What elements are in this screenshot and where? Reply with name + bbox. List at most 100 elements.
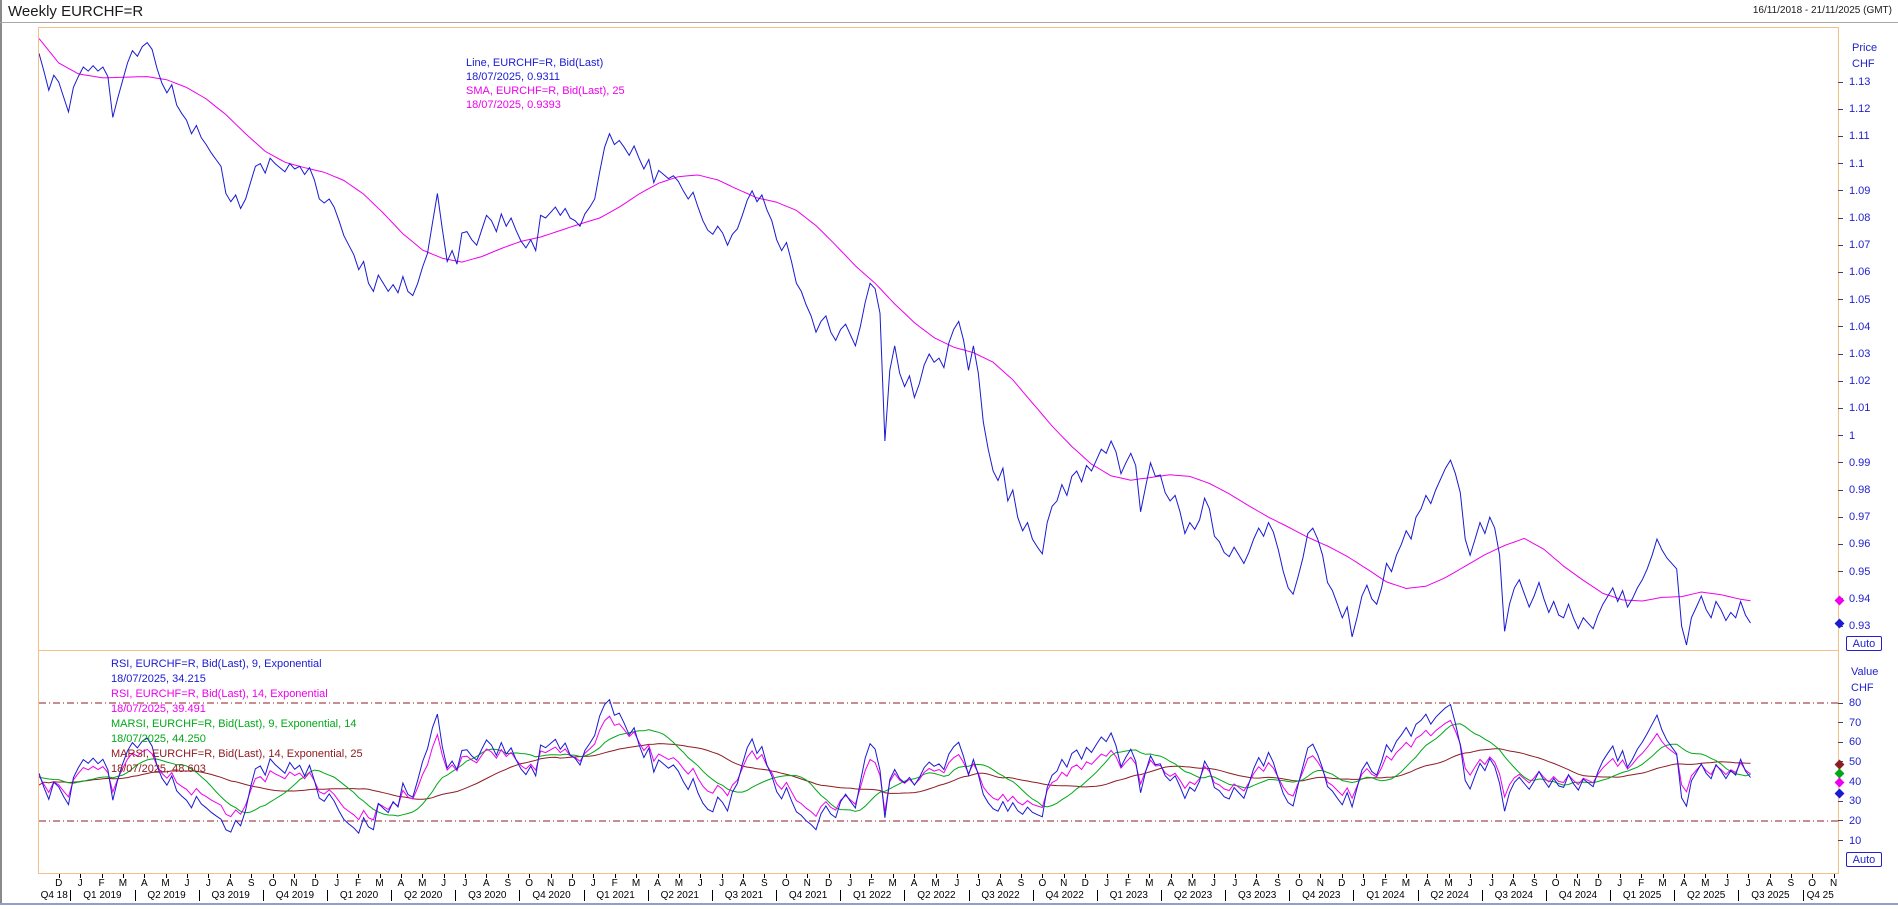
quarter-separator: [1418, 890, 1419, 901]
quarter-label: Q2 2023: [1174, 890, 1212, 901]
rsi-axis-currency: CHF: [1851, 682, 1874, 694]
quarter-separator: [519, 890, 520, 901]
month-label: S: [1018, 878, 1025, 889]
month-label: J: [185, 878, 190, 889]
axis-tick-label: 80: [1849, 697, 1861, 709]
month-label: A: [1681, 878, 1688, 889]
month-label: J: [1746, 878, 1751, 889]
date-range-label: 16/11/2018 - 21/11/2025 (GMT): [1753, 5, 1892, 16]
quarter-separator: [263, 890, 264, 901]
axis-tick-dash: [1838, 490, 1843, 491]
sma-25-line: [39, 39, 1751, 602]
axis-tick-dash: [1838, 299, 1843, 300]
legend-line: 18/07/2025, 48.603: [111, 763, 206, 775]
month-label: N: [1830, 878, 1837, 889]
axis-tick-dash: [1838, 272, 1843, 273]
month-label: J: [591, 878, 596, 889]
month-label: M: [675, 878, 683, 889]
quarter-label: Q1 2024: [1366, 890, 1404, 901]
quarter-label: Q3 2025: [1751, 890, 1789, 901]
quarter-separator: [70, 890, 71, 901]
price-axis-auto-button[interactable]: Auto: [1846, 636, 1882, 651]
quarter-label: Q4 2023: [1302, 890, 1340, 901]
month-label: M: [1188, 878, 1196, 889]
rsi-axis-title: Value: [1851, 666, 1878, 678]
quarter-label: Q1 2022: [853, 890, 891, 901]
quarter-label: Q4 25: [1807, 890, 1834, 901]
month-label: M: [1445, 878, 1453, 889]
axis-tick-label: 1.05: [1849, 294, 1870, 306]
quarter-separator: [969, 890, 970, 901]
quarter-label: Q2 2019: [147, 890, 185, 901]
axis-tick-dash: [1838, 408, 1843, 409]
month-label: J: [1232, 878, 1237, 889]
price-panel: Line, EURCHF=R, Bid(Last)18/07/2025, 0.9…: [38, 27, 1839, 651]
quarter-separator: [840, 890, 841, 901]
axis-tick-dash: [1838, 462, 1843, 463]
month-label: A: [1510, 878, 1517, 889]
quarter-label: Q1 2023: [1110, 890, 1148, 901]
month-label: S: [1531, 878, 1538, 889]
axis-tick-dash: [1838, 722, 1843, 723]
month-label: A: [398, 878, 405, 889]
month-label: D: [1595, 878, 1602, 889]
legend-line: RSI, EURCHF=R, Bid(Last), 14, Exponentia…: [111, 688, 328, 700]
axis-tick-dash: [1838, 703, 1843, 704]
axis-tick-label: 30: [1849, 795, 1861, 807]
month-label: J: [1724, 878, 1729, 889]
month-label: S: [1274, 878, 1281, 889]
quarter-separator: [1738, 890, 1739, 901]
rsi-axis-auto-button[interactable]: Auto: [1846, 852, 1882, 867]
month-label: J: [78, 878, 83, 889]
month-label: D: [568, 878, 575, 889]
month-label: J: [1617, 878, 1622, 889]
month-label: A: [1766, 878, 1773, 889]
month-label: A: [1424, 878, 1431, 889]
axis-tick-label: 1.02: [1849, 375, 1870, 387]
quarter-separator: [1161, 890, 1162, 901]
month-label: J: [719, 878, 724, 889]
month-label: M: [1658, 878, 1666, 889]
quarter-separator: [199, 890, 200, 901]
axis-tick-label: 1.03: [1849, 348, 1870, 360]
month-label: M: [1701, 878, 1709, 889]
quarter-separator: [1097, 890, 1098, 901]
month-label: M: [119, 878, 127, 889]
month-label: N: [547, 878, 554, 889]
month-label: M: [889, 878, 897, 889]
quarter-label: Q4 2024: [1559, 890, 1597, 901]
axis-tick-label: 70: [1849, 717, 1861, 729]
axis-tick-dash: [1838, 245, 1843, 246]
quarter-separator: [1674, 890, 1675, 901]
axis-tick-label: 1.1: [1849, 158, 1864, 170]
month-label: M: [418, 878, 426, 889]
axis-tick-label: 0.99: [1849, 457, 1870, 469]
month-label: A: [1167, 878, 1174, 889]
axis-tick-label: 1.09: [1849, 185, 1870, 197]
quarter-separator: [455, 890, 456, 901]
month-label: A: [483, 878, 490, 889]
quarter-label: Q3 2024: [1495, 890, 1533, 901]
month-label: A: [996, 878, 1003, 889]
axis-tick-label: 0.98: [1849, 484, 1870, 496]
month-label: M: [161, 878, 169, 889]
month-label: A: [740, 878, 747, 889]
price-chart-canvas[interactable]: [39, 28, 1838, 650]
month-label: J: [1211, 878, 1216, 889]
legend-line: MARSI, EURCHF=R, Bid(Last), 9, Exponenti…: [111, 718, 356, 730]
legend-line: MARSI, EURCHF=R, Bid(Last), 14, Exponent…: [111, 748, 363, 760]
quarter-separator: [327, 890, 328, 901]
month-label: N: [1060, 878, 1067, 889]
axis-tick-label: 1.12: [1849, 103, 1870, 115]
axis-tick-dash: [1838, 544, 1843, 545]
month-label: S: [504, 878, 511, 889]
axis-tick-dash: [1838, 840, 1843, 841]
month-label: J: [1104, 878, 1109, 889]
quarter-label: Q2 2020: [404, 890, 442, 901]
axis-tick-dash: [1838, 820, 1843, 821]
chart-title: Weekly EURCHF=R: [8, 3, 143, 20]
axis-tick-dash: [1838, 136, 1843, 137]
rsi-chart-canvas[interactable]: [39, 651, 1838, 873]
quarter-label: Q2 2022: [917, 890, 955, 901]
quarter-separator: [1546, 890, 1547, 901]
